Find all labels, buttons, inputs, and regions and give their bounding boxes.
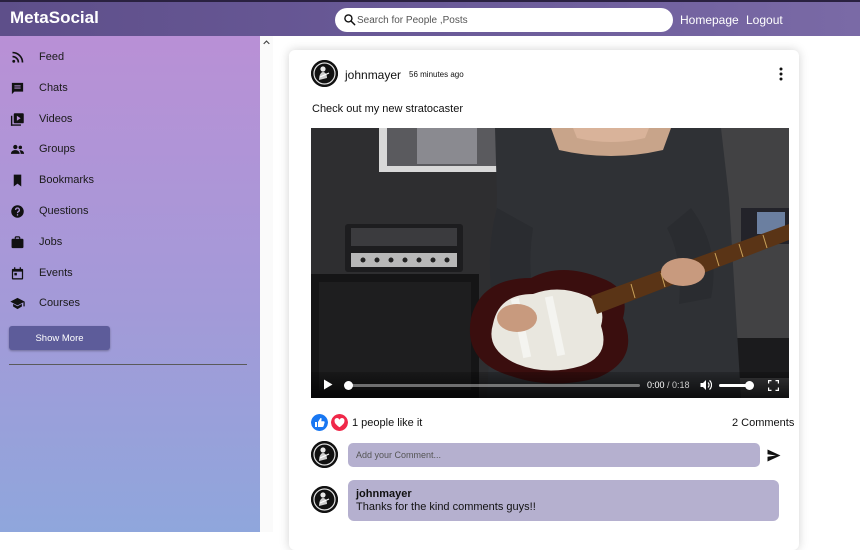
scrollbar[interactable] <box>260 36 273 532</box>
avatar[interactable] <box>311 60 338 87</box>
briefcase-icon <box>11 235 24 248</box>
heart-icon[interactable] <box>331 414 348 431</box>
comment-username[interactable]: johnmayer <box>356 488 412 500</box>
comments-count-link[interactable]: 2 Comments <box>732 417 794 429</box>
comment-item: johnmayer Thanks for the kind comments g… <box>348 480 779 521</box>
top-bar: MetaSocial Homepage Logout <box>0 0 860 36</box>
comment-input[interactable] <box>348 443 760 467</box>
sidebar-item-label: Bookmarks <box>39 174 95 186</box>
sidebar-item-videos[interactable]: Videos <box>10 109 72 129</box>
sidebar-item-chats[interactable]: Chats <box>10 78 68 98</box>
likes-count: 1 people like it <box>352 417 423 429</box>
sidebar-item-jobs[interactable]: Jobs <box>10 232 62 252</box>
calendar-icon <box>11 266 24 279</box>
sidebar-item-feed[interactable]: Feed <box>10 47 64 67</box>
group-icon <box>10 144 25 154</box>
sidebar-item-label: Events <box>39 267 73 279</box>
play-icon[interactable] <box>323 379 333 390</box>
app-logo[interactable]: MetaSocial <box>10 8 99 28</box>
video-time-separator: / <box>664 380 673 390</box>
comment-text: Thanks for the kind comments guys!! <box>356 501 536 513</box>
like-icon[interactable] <box>311 414 328 431</box>
scroll-up-icon[interactable] <box>263 39 270 46</box>
avatar[interactable] <box>311 441 338 468</box>
show-more-button[interactable]: Show More <box>9 326 110 350</box>
video-current-time: 0:00 <box>647 380 665 390</box>
volume-slider[interactable] <box>719 381 754 390</box>
sidebar-item-courses[interactable]: Courses <box>10 293 80 313</box>
sidebar-item-groups[interactable]: Groups <box>10 139 75 159</box>
logout-link[interactable]: Logout <box>746 13 783 27</box>
video-time: 0:00 / 0:18 <box>647 380 690 390</box>
help-icon <box>11 204 24 218</box>
volume-icon[interactable] <box>700 379 712 391</box>
guitarist-avatar-icon <box>311 486 338 513</box>
search-input[interactable] <box>357 11 657 29</box>
sidebar-item-label: Groups <box>39 143 76 155</box>
sidebar-item-label: Questions <box>39 205 89 217</box>
sidebar-item-label: Courses <box>39 297 80 309</box>
fullscreen-icon[interactable] <box>768 380 779 391</box>
volume-slider-thumb[interactable] <box>745 381 754 390</box>
post-text: Check out my new stratocaster <box>312 103 464 115</box>
sidebar-item-label: Jobs <box>39 236 63 248</box>
send-icon[interactable] <box>767 449 781 462</box>
homepage-link[interactable]: Homepage <box>680 13 739 27</box>
video-progress-bar[interactable] <box>344 381 640 390</box>
sidebar-divider <box>9 364 247 365</box>
post-card: johnmayer 56 minutes ago Check out my ne… <box>289 50 799 550</box>
bookmark-icon <box>13 174 22 186</box>
rss-icon <box>12 51 24 63</box>
search-icon <box>344 14 356 26</box>
sidebar-item-label: Chats <box>39 82 68 94</box>
sidebar-item-label: Feed <box>39 51 65 63</box>
sidebar-item-questions[interactable]: Questions <box>10 201 89 221</box>
sidebar: Feed Chats Videos Groups Bookmarks Quest… <box>0 36 260 532</box>
sidebar-item-bookmarks[interactable]: Bookmarks <box>10 170 94 190</box>
post-video[interactable]: 0:00 / 0:18 <box>311 128 789 398</box>
video-controls: 0:00 / 0:18 <box>311 372 789 398</box>
video-progress-thumb[interactable] <box>344 381 353 390</box>
search-bar[interactable] <box>335 8 673 32</box>
avatar[interactable] <box>311 486 338 513</box>
guitarist-avatar-icon <box>311 441 338 468</box>
post-username[interactable]: johnmayer <box>345 68 401 82</box>
post-time: 56 minutes ago <box>409 70 464 79</box>
video-frame-image <box>311 128 789 398</box>
video-duration: 0:18 <box>672 380 690 390</box>
sidebar-item-events[interactable]: Events <box>10 263 73 283</box>
more-vert-icon[interactable] <box>778 67 784 81</box>
chat-icon <box>11 82 24 94</box>
video-library-icon <box>10 112 24 126</box>
school-icon <box>10 297 25 309</box>
guitarist-avatar-icon <box>311 60 338 87</box>
sidebar-item-label: Videos <box>39 113 73 125</box>
